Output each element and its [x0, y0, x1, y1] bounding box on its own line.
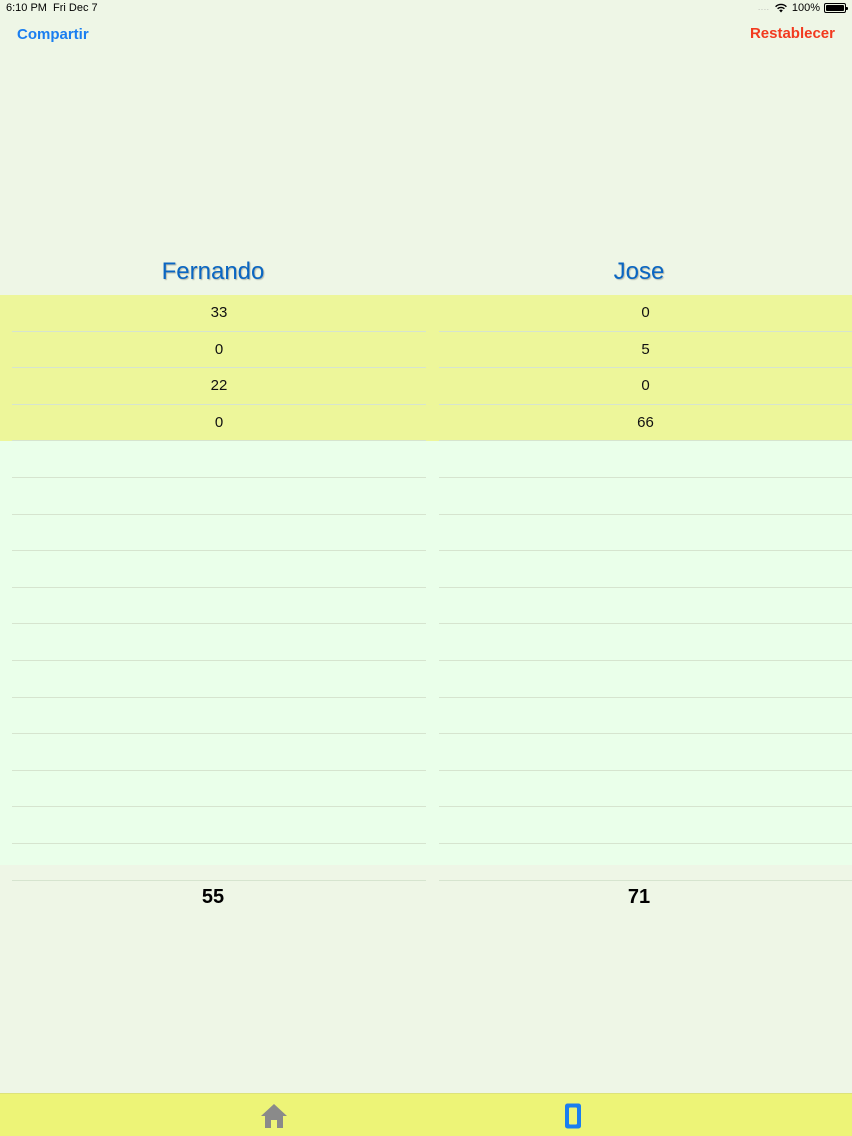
- wifi-icon: [774, 3, 787, 13]
- score-column-player-2: 0 5 0 66: [439, 295, 852, 881]
- tab-home[interactable]: [259, 1102, 289, 1130]
- status-bar: 6:10 PM Fri Dec 7 .... 100%: [0, 0, 852, 16]
- score-cell[interactable]: 0: [439, 368, 852, 405]
- score-cell[interactable]: [12, 661, 426, 698]
- status-indicators: .... 100%: [758, 2, 848, 14]
- score-cell[interactable]: [439, 844, 852, 881]
- total-player-2: 71: [627, 886, 651, 908]
- score-cell[interactable]: 0: [12, 404, 426, 442]
- score-cell[interactable]: [12, 844, 426, 881]
- score-cell[interactable]: [439, 771, 852, 808]
- reset-button[interactable]: Restablecer: [750, 25, 835, 42]
- battery-level: [826, 5, 844, 11]
- signal-icon: ....: [758, 4, 770, 12]
- player-name-2[interactable]: Jose: [426, 258, 852, 286]
- device-icon: [565, 1103, 581, 1129]
- score-cell[interactable]: [12, 771, 426, 808]
- score-cell[interactable]: [12, 441, 426, 478]
- score-cell[interactable]: [439, 478, 852, 515]
- score-cell[interactable]: [439, 624, 852, 661]
- score-cell[interactable]: [12, 588, 426, 625]
- score-table: 33 0 22 0 0 5 0 66: [0, 295, 852, 881]
- score-cell[interactable]: [439, 515, 852, 552]
- share-button[interactable]: Compartir: [17, 26, 89, 43]
- score-cell[interactable]: [439, 807, 852, 844]
- score-cell[interactable]: [12, 624, 426, 661]
- tab-bar: [0, 1093, 852, 1136]
- score-cell[interactable]: 5: [439, 331, 852, 369]
- score-cell[interactable]: [439, 734, 852, 771]
- home-icon: [261, 1104, 287, 1128]
- score-cell[interactable]: 33: [12, 295, 426, 332]
- status-date: Fri Dec 7: [53, 2, 98, 14]
- battery-icon: [824, 3, 848, 13]
- score-cell[interactable]: [439, 551, 852, 588]
- score-cell[interactable]: 0: [12, 331, 426, 369]
- score-cell[interactable]: 0: [439, 295, 852, 332]
- score-cell[interactable]: [12, 698, 426, 735]
- score-cell[interactable]: 66: [439, 404, 852, 442]
- score-cell[interactable]: [12, 734, 426, 771]
- score-cell[interactable]: [439, 661, 852, 698]
- status-time: 6:10 PM: [6, 2, 47, 14]
- score-column-player-1: 33 0 22 0: [12, 295, 426, 881]
- score-cell[interactable]: [12, 515, 426, 552]
- score-cell[interactable]: [12, 807, 426, 844]
- score-cell[interactable]: 22: [12, 368, 426, 405]
- score-cell[interactable]: [439, 441, 852, 478]
- score-cell[interactable]: [439, 698, 852, 735]
- score-cell[interactable]: [12, 478, 426, 515]
- total-player-1: 55: [201, 886, 225, 908]
- tab-device[interactable]: [558, 1102, 588, 1130]
- player-name-1[interactable]: Fernando: [0, 258, 426, 286]
- score-cell[interactable]: [439, 588, 852, 625]
- battery-percent: 100%: [791, 2, 820, 14]
- score-cell[interactable]: [12, 551, 426, 588]
